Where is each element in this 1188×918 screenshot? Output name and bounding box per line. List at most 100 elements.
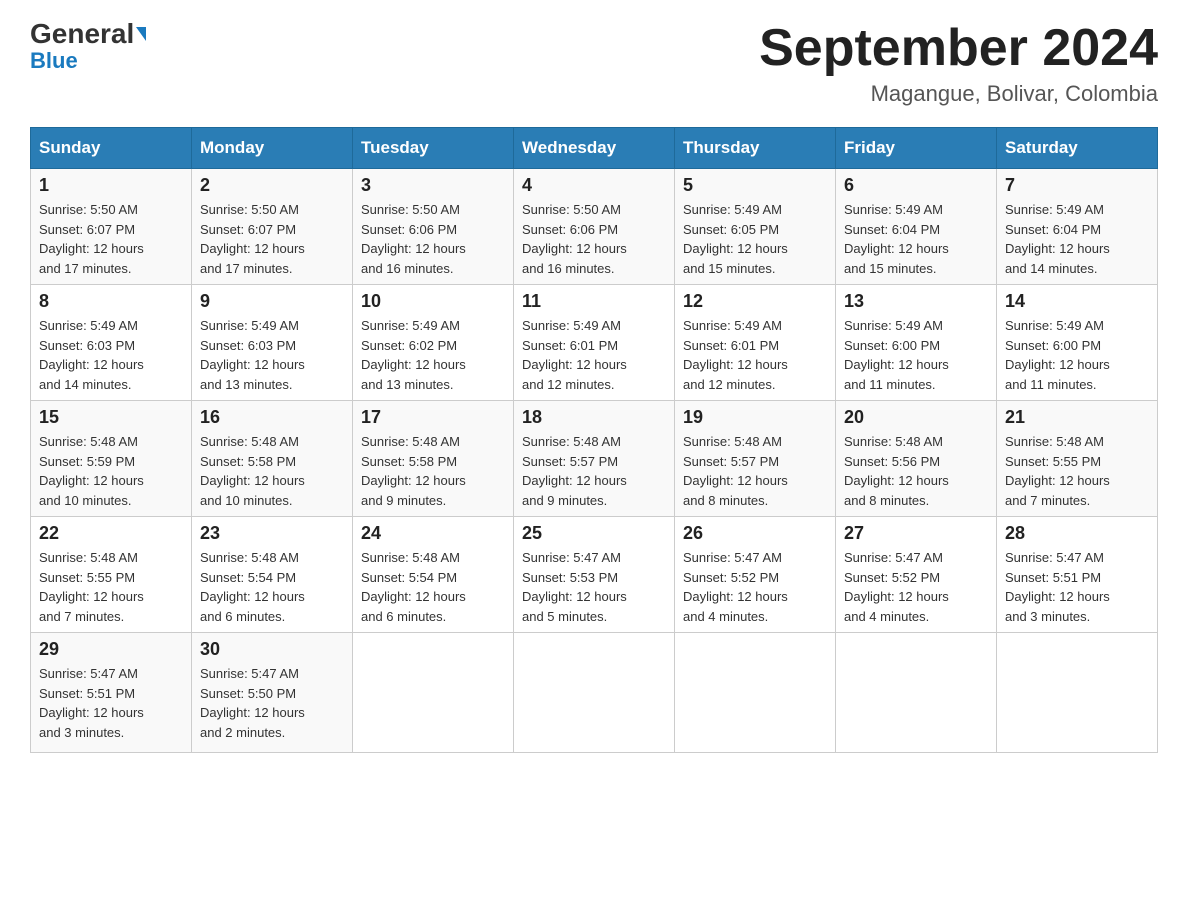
col-header-wednesday: Wednesday <box>514 128 675 169</box>
day-cell: 21 Sunrise: 5:48 AMSunset: 5:55 PMDaylig… <box>997 401 1158 517</box>
day-info: Sunrise: 5:47 AMSunset: 5:53 PMDaylight:… <box>522 548 666 626</box>
day-number: 9 <box>200 291 344 312</box>
day-number: 17 <box>361 407 505 428</box>
day-number: 5 <box>683 175 827 196</box>
day-info: Sunrise: 5:48 AMSunset: 5:58 PMDaylight:… <box>361 432 505 510</box>
day-cell: 3 Sunrise: 5:50 AMSunset: 6:06 PMDayligh… <box>353 169 514 285</box>
day-number: 15 <box>39 407 183 428</box>
day-cell: 12 Sunrise: 5:49 AMSunset: 6:01 PMDaylig… <box>675 285 836 401</box>
day-info: Sunrise: 5:48 AMSunset: 5:57 PMDaylight:… <box>522 432 666 510</box>
day-cell: 29 Sunrise: 5:47 AMSunset: 5:51 PMDaylig… <box>31 633 192 753</box>
col-header-saturday: Saturday <box>997 128 1158 169</box>
day-info: Sunrise: 5:49 AMSunset: 6:03 PMDaylight:… <box>200 316 344 394</box>
day-number: 30 <box>200 639 344 660</box>
week-row-1: 1 Sunrise: 5:50 AMSunset: 6:07 PMDayligh… <box>31 169 1158 285</box>
day-number: 23 <box>200 523 344 544</box>
day-info: Sunrise: 5:47 AMSunset: 5:51 PMDaylight:… <box>1005 548 1149 626</box>
day-info: Sunrise: 5:49 AMSunset: 6:01 PMDaylight:… <box>522 316 666 394</box>
day-info: Sunrise: 5:49 AMSunset: 6:00 PMDaylight:… <box>844 316 988 394</box>
day-info: Sunrise: 5:50 AMSunset: 6:07 PMDaylight:… <box>39 200 183 278</box>
day-number: 1 <box>39 175 183 196</box>
week-row-3: 15 Sunrise: 5:48 AMSunset: 5:59 PMDaylig… <box>31 401 1158 517</box>
day-cell: 28 Sunrise: 5:47 AMSunset: 5:51 PMDaylig… <box>997 517 1158 633</box>
day-cell: 9 Sunrise: 5:49 AMSunset: 6:03 PMDayligh… <box>192 285 353 401</box>
logo: General Blue <box>30 20 146 74</box>
day-number: 13 <box>844 291 988 312</box>
day-cell: 22 Sunrise: 5:48 AMSunset: 5:55 PMDaylig… <box>31 517 192 633</box>
day-number: 2 <box>200 175 344 196</box>
day-number: 18 <box>522 407 666 428</box>
col-header-friday: Friday <box>836 128 997 169</box>
day-cell: 6 Sunrise: 5:49 AMSunset: 6:04 PMDayligh… <box>836 169 997 285</box>
day-info: Sunrise: 5:48 AMSunset: 5:56 PMDaylight:… <box>844 432 988 510</box>
day-cell: 18 Sunrise: 5:48 AMSunset: 5:57 PMDaylig… <box>514 401 675 517</box>
day-cell: 4 Sunrise: 5:50 AMSunset: 6:06 PMDayligh… <box>514 169 675 285</box>
day-info: Sunrise: 5:48 AMSunset: 5:59 PMDaylight:… <box>39 432 183 510</box>
day-info: Sunrise: 5:48 AMSunset: 5:57 PMDaylight:… <box>683 432 827 510</box>
day-cell: 17 Sunrise: 5:48 AMSunset: 5:58 PMDaylig… <box>353 401 514 517</box>
day-info: Sunrise: 5:47 AMSunset: 5:51 PMDaylight:… <box>39 664 183 742</box>
day-cell: 26 Sunrise: 5:47 AMSunset: 5:52 PMDaylig… <box>675 517 836 633</box>
day-number: 12 <box>683 291 827 312</box>
page-header: General Blue September 2024 Magangue, Bo… <box>30 20 1158 107</box>
calendar-table: SundayMondayTuesdayWednesdayThursdayFrid… <box>30 127 1158 753</box>
day-number: 29 <box>39 639 183 660</box>
col-header-monday: Monday <box>192 128 353 169</box>
week-row-2: 8 Sunrise: 5:49 AMSunset: 6:03 PMDayligh… <box>31 285 1158 401</box>
day-number: 21 <box>1005 407 1149 428</box>
day-info: Sunrise: 5:49 AMSunset: 6:04 PMDaylight:… <box>1005 200 1149 278</box>
day-number: 20 <box>844 407 988 428</box>
day-cell <box>836 633 997 753</box>
day-cell: 10 Sunrise: 5:49 AMSunset: 6:02 PMDaylig… <box>353 285 514 401</box>
day-number: 11 <box>522 291 666 312</box>
logo-blue: Blue <box>30 48 78 74</box>
day-cell: 8 Sunrise: 5:49 AMSunset: 6:03 PMDayligh… <box>31 285 192 401</box>
day-number: 14 <box>1005 291 1149 312</box>
day-number: 6 <box>844 175 988 196</box>
day-cell <box>675 633 836 753</box>
day-cell: 11 Sunrise: 5:49 AMSunset: 6:01 PMDaylig… <box>514 285 675 401</box>
day-cell: 25 Sunrise: 5:47 AMSunset: 5:53 PMDaylig… <box>514 517 675 633</box>
day-number: 24 <box>361 523 505 544</box>
day-number: 4 <box>522 175 666 196</box>
logo-triangle-icon <box>136 27 146 41</box>
day-cell: 20 Sunrise: 5:48 AMSunset: 5:56 PMDaylig… <box>836 401 997 517</box>
day-cell: 30 Sunrise: 5:47 AMSunset: 5:50 PMDaylig… <box>192 633 353 753</box>
day-cell: 16 Sunrise: 5:48 AMSunset: 5:58 PMDaylig… <box>192 401 353 517</box>
day-cell <box>514 633 675 753</box>
title-block: September 2024 Magangue, Bolivar, Colomb… <box>759 20 1158 107</box>
day-number: 10 <box>361 291 505 312</box>
day-cell: 5 Sunrise: 5:49 AMSunset: 6:05 PMDayligh… <box>675 169 836 285</box>
day-info: Sunrise: 5:50 AMSunset: 6:07 PMDaylight:… <box>200 200 344 278</box>
day-cell: 23 Sunrise: 5:48 AMSunset: 5:54 PMDaylig… <box>192 517 353 633</box>
day-cell: 27 Sunrise: 5:47 AMSunset: 5:52 PMDaylig… <box>836 517 997 633</box>
day-number: 26 <box>683 523 827 544</box>
col-header-sunday: Sunday <box>31 128 192 169</box>
day-info: Sunrise: 5:47 AMSunset: 5:52 PMDaylight:… <box>844 548 988 626</box>
day-cell <box>353 633 514 753</box>
day-info: Sunrise: 5:49 AMSunset: 6:02 PMDaylight:… <box>361 316 505 394</box>
day-number: 8 <box>39 291 183 312</box>
day-info: Sunrise: 5:49 AMSunset: 6:03 PMDaylight:… <box>39 316 183 394</box>
day-cell: 14 Sunrise: 5:49 AMSunset: 6:00 PMDaylig… <box>997 285 1158 401</box>
day-number: 28 <box>1005 523 1149 544</box>
day-number: 27 <box>844 523 988 544</box>
day-number: 3 <box>361 175 505 196</box>
day-number: 19 <box>683 407 827 428</box>
day-info: Sunrise: 5:48 AMSunset: 5:54 PMDaylight:… <box>200 548 344 626</box>
day-cell <box>997 633 1158 753</box>
week-row-5: 29 Sunrise: 5:47 AMSunset: 5:51 PMDaylig… <box>31 633 1158 753</box>
day-info: Sunrise: 5:50 AMSunset: 6:06 PMDaylight:… <box>522 200 666 278</box>
header-row: SundayMondayTuesdayWednesdayThursdayFrid… <box>31 128 1158 169</box>
logo-general: General <box>30 20 134 48</box>
day-cell: 1 Sunrise: 5:50 AMSunset: 6:07 PMDayligh… <box>31 169 192 285</box>
day-info: Sunrise: 5:48 AMSunset: 5:55 PMDaylight:… <box>39 548 183 626</box>
day-info: Sunrise: 5:48 AMSunset: 5:54 PMDaylight:… <box>361 548 505 626</box>
day-number: 16 <box>200 407 344 428</box>
day-info: Sunrise: 5:48 AMSunset: 5:58 PMDaylight:… <box>200 432 344 510</box>
day-number: 25 <box>522 523 666 544</box>
day-info: Sunrise: 5:47 AMSunset: 5:52 PMDaylight:… <box>683 548 827 626</box>
day-number: 7 <box>1005 175 1149 196</box>
day-number: 22 <box>39 523 183 544</box>
day-info: Sunrise: 5:47 AMSunset: 5:50 PMDaylight:… <box>200 664 344 742</box>
